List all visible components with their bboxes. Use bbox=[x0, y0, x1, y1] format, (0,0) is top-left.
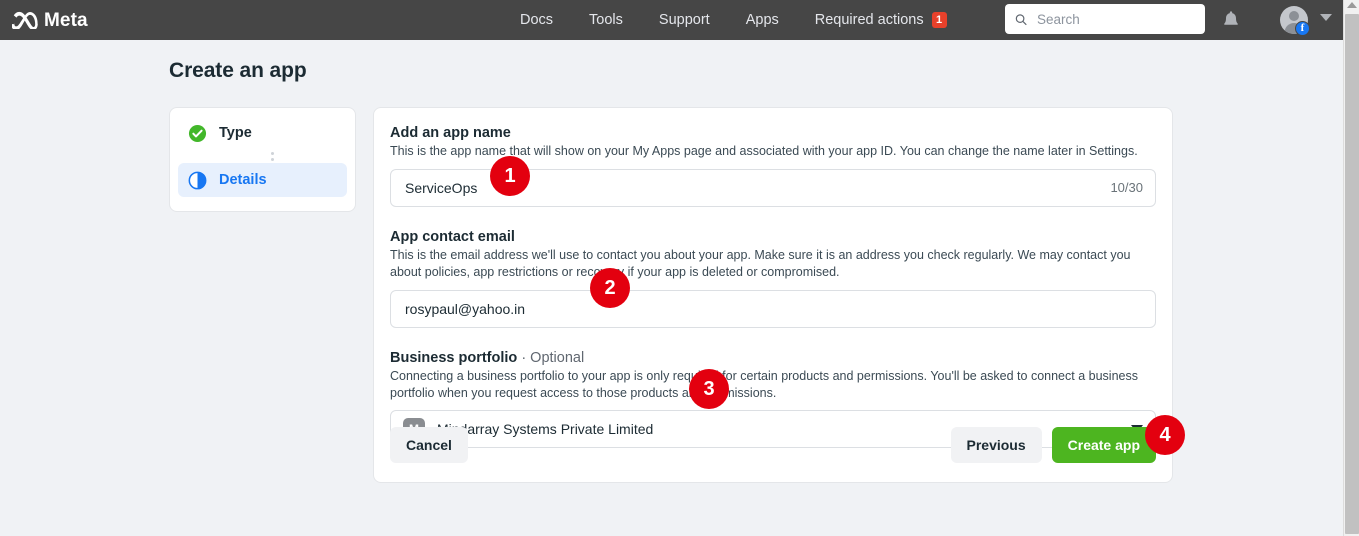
scrollbar-thumb[interactable] bbox=[1345, 14, 1359, 534]
sidebar-item-details[interactable]: Details bbox=[178, 163, 347, 197]
top-navigation-bar: Meta Docs Tools Support Apps Required ac… bbox=[0, 0, 1343, 40]
check-circle-icon bbox=[188, 124, 207, 143]
create-app-button[interactable]: Create app bbox=[1052, 427, 1156, 463]
spacer bbox=[390, 207, 1156, 229]
create-app-details-card: Add an app name This is the app name tha… bbox=[373, 107, 1173, 483]
search-input[interactable] bbox=[1035, 11, 1195, 28]
nav-link-required-actions-label: Required actions bbox=[815, 12, 924, 28]
account-menu-chevron-down-icon[interactable] bbox=[1320, 14, 1332, 21]
app-name-input[interactable] bbox=[403, 170, 1100, 206]
sidebar-item-type[interactable]: Type bbox=[178, 116, 347, 150]
nav-link-docs-label: Docs bbox=[520, 12, 553, 28]
contact-email-label: App contact email bbox=[390, 229, 1156, 245]
brand-name: Meta bbox=[44, 11, 88, 30]
app-name-character-counter: 10/30 bbox=[1110, 180, 1143, 195]
scrollbar-up-arrow-icon[interactable] bbox=[1347, 2, 1357, 8]
nav-link-support[interactable]: Support bbox=[659, 12, 710, 28]
search-box[interactable] bbox=[1005, 4, 1205, 34]
connector-dot bbox=[271, 158, 274, 161]
nav-link-docs[interactable]: Docs bbox=[520, 12, 553, 28]
cancel-button[interactable]: Cancel bbox=[390, 427, 468, 463]
contact-email-field[interactable] bbox=[390, 290, 1156, 328]
contact-email-description: This is the email address we'll use to c… bbox=[390, 247, 1150, 281]
page-scrollbar[interactable] bbox=[1343, 0, 1359, 536]
nav-link-required-actions[interactable]: Required actions 1 bbox=[815, 12, 947, 28]
create-app-stepper: Type Details bbox=[169, 107, 356, 212]
spacer bbox=[390, 328, 1156, 350]
avatar[interactable]: f bbox=[1280, 6, 1308, 34]
app-name-field[interactable]: 10/30 bbox=[390, 169, 1156, 207]
card-action-bar: Cancel Previous Create app bbox=[374, 408, 1172, 482]
nav-link-tools[interactable]: Tools bbox=[589, 12, 623, 28]
nav-link-support-label: Support bbox=[659, 12, 710, 28]
app-root: Meta Docs Tools Support Apps Required ac… bbox=[0, 0, 1359, 536]
sidebar-item-type-label: Type bbox=[219, 125, 252, 141]
sidebar-item-details-label: Details bbox=[219, 172, 267, 188]
meta-logo[interactable]: Meta bbox=[12, 11, 88, 30]
search-icon bbox=[1015, 12, 1027, 27]
business-portfolio-label: Business portfolio · Optional bbox=[390, 350, 1156, 366]
facebook-badge-icon: f bbox=[1295, 21, 1310, 36]
contact-email-input[interactable] bbox=[403, 291, 1143, 327]
avatar-head-shape bbox=[1289, 11, 1299, 21]
nav-link-tools-label: Tools bbox=[589, 12, 623, 28]
half-circle-progress-icon bbox=[188, 171, 207, 190]
nav-links: Docs Tools Support Apps Required actions… bbox=[520, 0, 947, 40]
nav-link-apps[interactable]: Apps bbox=[746, 12, 779, 28]
previous-button[interactable]: Previous bbox=[951, 427, 1042, 463]
stepper-connector bbox=[197, 150, 347, 163]
business-portfolio-description: Connecting a business portfolio to your … bbox=[390, 368, 1150, 402]
business-portfolio-label-text: Business portfolio bbox=[390, 350, 517, 366]
meta-infinity-icon bbox=[12, 11, 38, 29]
business-portfolio-optional-text: · Optional bbox=[521, 350, 584, 366]
card-content: Add an app name This is the app name tha… bbox=[374, 108, 1172, 448]
app-name-label: Add an app name bbox=[390, 125, 1156, 141]
page-title: Create an app bbox=[169, 59, 307, 83]
app-name-description: This is the app name that will show on y… bbox=[390, 143, 1150, 160]
required-actions-badge: 1 bbox=[932, 12, 947, 28]
primary-actions-group: Previous Create app bbox=[951, 427, 1157, 463]
connector-dot bbox=[271, 152, 274, 155]
notifications-bell-icon[interactable] bbox=[1219, 9, 1243, 33]
nav-link-apps-label: Apps bbox=[746, 12, 779, 28]
